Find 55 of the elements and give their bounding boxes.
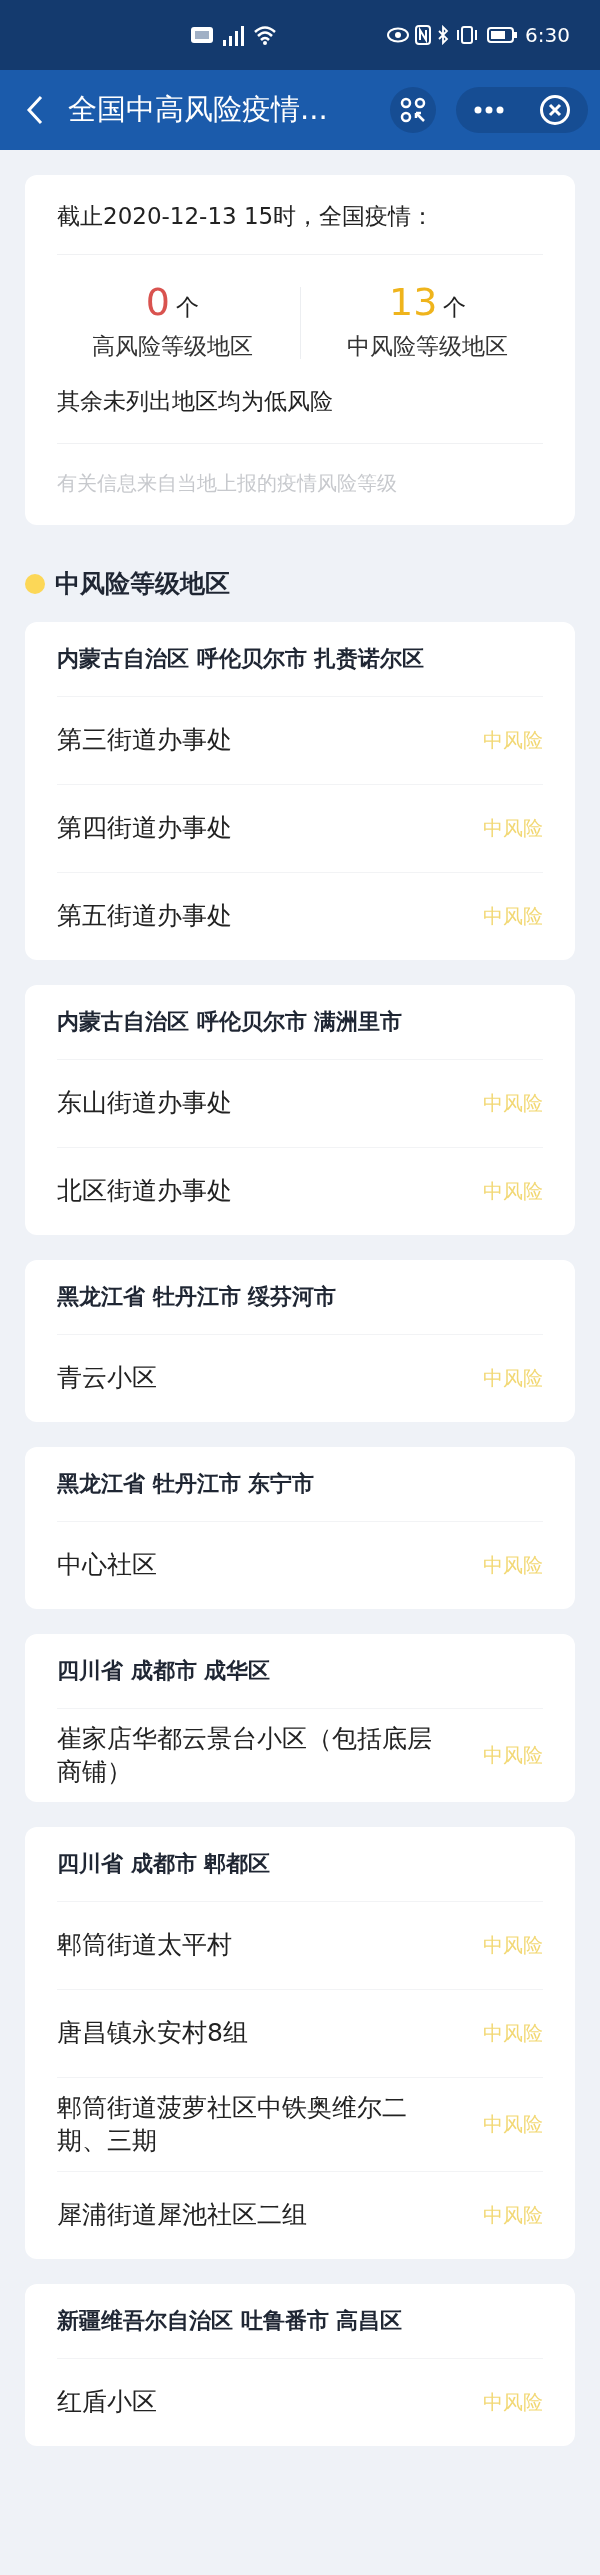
eye-icon [387, 27, 410, 43]
area-name: 中心社区 [57, 1549, 158, 1582]
risk-level: 中风险 [483, 903, 543, 930]
risk-count: 13 [389, 283, 438, 321]
scan-button[interactable] [390, 87, 436, 133]
area-name: 郫筒街道太平村 [57, 1929, 233, 1962]
stat-label: 中风险等级地区 [347, 332, 509, 361]
risk-level: 中风险 [483, 2202, 543, 2229]
scan-icon [400, 97, 426, 123]
risk-level: 中风险 [483, 1552, 543, 1579]
count-unit: 个 [175, 293, 199, 322]
wifi-icon [253, 25, 278, 45]
area-name: 崔家店华都云景台小区（包括底层商铺） [57, 1723, 433, 1788]
risk-level: 中风险 [483, 1932, 543, 1959]
area-name: 第四街道办事处 [57, 812, 233, 845]
count-unit: 个 [443, 293, 467, 322]
area-name: 青云小区 [57, 1362, 158, 1395]
risk-level: 中风险 [483, 1365, 543, 1392]
low-risk-note: 其余未列出地区均为低风险 [56, 387, 334, 416]
region-title: 四川省 成都市 郫都区 [56, 1850, 272, 1878]
area-name: 唐昌镇永安村8组 [57, 2017, 249, 2050]
hd-icon [191, 27, 214, 43]
risk-level: 中风险 [483, 727, 543, 754]
risk-level: 中风险 [483, 815, 543, 842]
region-title: 黑龙江省 牡丹江市 东宁市 [56, 1470, 316, 1498]
region-title: 内蒙古自治区 呼伦贝尔市 扎赉诺尔区 [56, 645, 426, 673]
section-title: 中风险等级地区 [55, 568, 230, 600]
region-title: 黑龙江省 牡丹江市 绥芬河市 [56, 1283, 338, 1311]
region-title: 内蒙古自治区 呼伦贝尔市 满洲里市 [56, 1008, 404, 1036]
section-dot [25, 573, 45, 594]
region-title: 新疆维吾尔自治区 吐鲁番市 高昌区 [56, 2307, 404, 2335]
stat-label: 高风险等级地区 [91, 332, 253, 361]
risk-level: 中风险 [483, 1742, 543, 1769]
bluetooth-icon [437, 25, 450, 45]
risk-level: 中风险 [483, 1090, 543, 1117]
area-name: 北区街道办事处 [57, 1175, 233, 1208]
area-name: 第三街道办事处 [57, 724, 233, 757]
risk-level: 中风险 [483, 2389, 543, 2416]
vibrate-icon [455, 25, 480, 45]
risk-level: 中风险 [483, 1178, 543, 1205]
area-name: 东山街道办事处 [57, 1087, 233, 1120]
risk-count: 0 [145, 283, 170, 321]
as-of-text: 截止2020-12-13 15时，全国疫情： [56, 202, 436, 231]
page-title: 全国中高风险疫情... [68, 91, 328, 128]
region-title: 四川省 成都市 成华区 [56, 1657, 272, 1685]
area-name: 郫筒街道菠萝社区中铁奥维尔二期、三期 [57, 2092, 408, 2157]
status-time: 6:30 [525, 23, 570, 47]
nfc-icon [415, 25, 432, 45]
area-name: 第五街道办事处 [57, 900, 233, 933]
area-name: 红盾小区 [57, 2386, 158, 2419]
area-name: 犀浦街道犀池社区二组 [57, 2199, 308, 2232]
battery-icon [487, 27, 518, 43]
risk-level: 中风险 [483, 2020, 543, 2047]
source-note: 有关信息来自当地上报的疫情风险等级 [56, 470, 398, 497]
risk-level: 中风险 [483, 2111, 543, 2138]
